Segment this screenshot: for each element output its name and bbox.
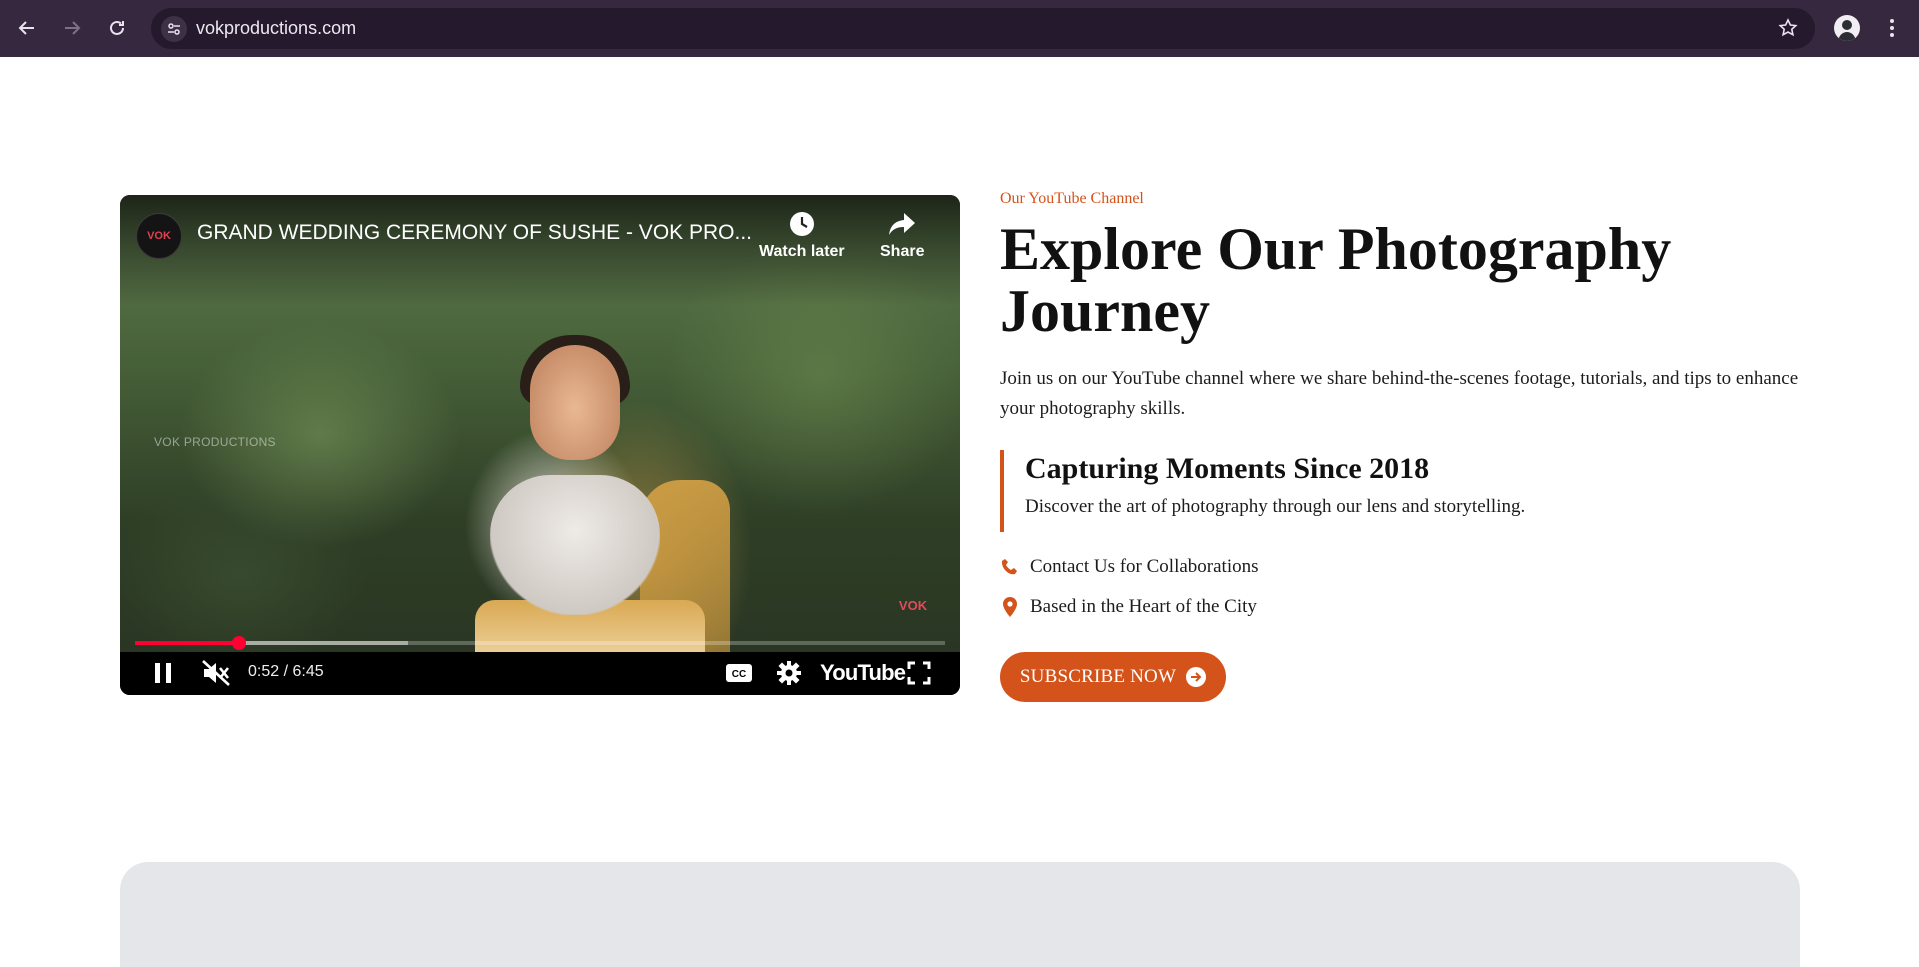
share-label: Share	[880, 243, 925, 260]
contact-info-label: Contact Us for Collaborations	[1030, 556, 1259, 577]
highlight-title: Capturing Moments Since 2018	[1025, 452, 1430, 485]
fullscreen-icon[interactable]	[904, 658, 934, 688]
section-eyebrow: Our YouTube Channel	[1000, 190, 1144, 207]
reload-icon[interactable]	[101, 12, 133, 44]
map-pin-icon	[1000, 597, 1020, 617]
address-bar[interactable]: vokproductions.com	[151, 8, 1815, 49]
pause-icon[interactable]	[148, 658, 178, 688]
settings-gear-icon[interactable]	[774, 658, 804, 688]
progress-scrubber[interactable]	[231, 636, 246, 650]
next-section-panel	[120, 862, 1800, 967]
video-progress-bar[interactable]	[135, 636, 945, 650]
browser-toolbar: vokproductions.com	[0, 0, 1919, 57]
highlight-block: Capturing Moments Since 2018 Discover th…	[1000, 450, 1760, 532]
subscribe-now-label: SUBSCRIBE NOW	[1019, 666, 1177, 687]
kebab-menu-icon[interactable]	[1882, 14, 1902, 42]
channel-avatar[interactable]: VOK	[136, 213, 182, 259]
video-watermark: VOK PRODUCTIONS	[154, 435, 276, 449]
back-arrow-icon[interactable]	[11, 12, 43, 44]
video-controls-bar: 0:52 / 6:45 CC YouTube	[120, 652, 960, 695]
progress-played	[135, 641, 239, 645]
video-figure-body	[490, 475, 660, 615]
star-icon[interactable]	[1777, 17, 1799, 39]
url-text[interactable]: vokproductions.com	[196, 18, 356, 39]
site-settings-icon[interactable]	[161, 16, 187, 42]
video-title[interactable]: GRAND WEDDING CEREMONY OF SUSHE - VOK PR…	[197, 221, 757, 245]
video-watermark-logo: VOK	[898, 597, 928, 613]
share-button[interactable]: Share	[880, 209, 924, 261]
intro-text: Join us on our YouTube channel where we …	[1000, 368, 1799, 419]
video-time: 0:52 / 6:45	[248, 663, 324, 680]
subscribe-now-button[interactable]: SUBSCRIBE NOW	[1000, 652, 1226, 702]
location-info-label: Based in the Heart of the City	[1030, 596, 1257, 617]
contact-info-item: Contact Us for Collaborations	[1000, 556, 1259, 578]
clock-icon	[787, 209, 817, 239]
svg-text:CC: CC	[732, 669, 746, 680]
phone-icon	[1000, 557, 1020, 577]
muted-volume-icon[interactable]	[200, 658, 232, 688]
watch-later-label: Watch later	[759, 243, 845, 260]
video-figure-head	[530, 345, 620, 460]
highlight-text: Discover the art of photography through …	[1025, 496, 1526, 517]
arrow-right-icon	[1186, 667, 1207, 687]
watch-later-button[interactable]: Watch later	[759, 209, 845, 261]
youtube-logo[interactable]: YouTube	[820, 660, 906, 686]
page-title: Explore Our Photography Journey	[1000, 216, 1672, 344]
profile-avatar[interactable]	[1834, 15, 1860, 41]
share-arrow-icon	[887, 209, 917, 239]
closed-captions-icon[interactable]: CC	[724, 658, 754, 688]
forward-arrow-icon[interactable]	[56, 12, 88, 44]
youtube-video-player[interactable]: VOK PRODUCTIONS VOK VOK GRAND WEDDING CE…	[120, 195, 960, 695]
location-info-item: Based in the Heart of the City	[1000, 596, 1257, 618]
